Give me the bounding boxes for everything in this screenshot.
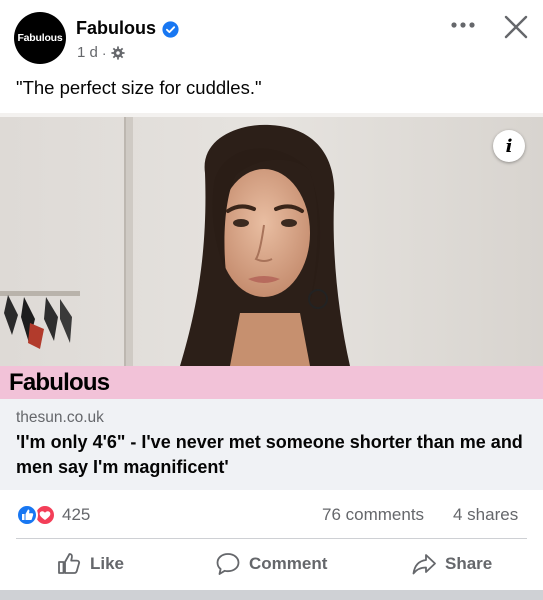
comment-button[interactable]: Comment bbox=[215, 550, 327, 578]
engagement-stats: 425 76 comments 4 shares bbox=[0, 500, 543, 530]
like-label: Like bbox=[90, 554, 125, 573]
verified-badge-icon bbox=[162, 21, 179, 38]
post-time[interactable]: 1 d bbox=[77, 44, 98, 61]
woman-portrait-image bbox=[0, 113, 543, 366]
more-options-button[interactable] bbox=[449, 15, 477, 35]
link-preview[interactable]: thesun.co.uk 'I'm only 4'6" - I've never… bbox=[0, 399, 543, 490]
post-meta: 1 d · bbox=[77, 44, 125, 61]
page-avatar[interactable]: Fabulous bbox=[14, 12, 66, 64]
link-domain: thesun.co.uk bbox=[16, 409, 104, 426]
post-image[interactable] bbox=[0, 113, 543, 366]
thumbs-up-icon bbox=[58, 553, 81, 574]
post-header: Fabulous Fabulous 1 d · bbox=[0, 0, 543, 70]
brand-banner-text: Fabulous bbox=[9, 369, 110, 396]
shares-count[interactable]: 4 shares bbox=[453, 505, 518, 525]
like-reaction-icon bbox=[16, 504, 38, 526]
reactions-summary[interactable] bbox=[16, 504, 60, 526]
share-label: Share bbox=[445, 554, 493, 573]
comments-count[interactable]: 76 comments bbox=[322, 505, 424, 525]
share-arrow-icon bbox=[412, 554, 436, 575]
meta-separator: · bbox=[101, 44, 107, 61]
brand-banner: Fabulous bbox=[0, 366, 543, 399]
privacy-gear-icon bbox=[110, 45, 125, 60]
comment-label: Comment bbox=[249, 554, 328, 573]
feed-separator bbox=[0, 590, 543, 600]
close-icon[interactable] bbox=[503, 14, 529, 40]
comment-bubble-icon bbox=[216, 553, 240, 575]
more-options-icon bbox=[451, 22, 475, 28]
info-icon[interactable]: i bbox=[493, 130, 525, 162]
page-name[interactable]: Fabulous bbox=[76, 18, 156, 39]
actions-divider bbox=[16, 538, 527, 539]
reaction-count[interactable]: 425 bbox=[62, 505, 90, 525]
post-caption: "The perfect size for cuddles." bbox=[16, 77, 262, 98]
share-button[interactable]: Share bbox=[411, 550, 492, 578]
like-button[interactable]: Like bbox=[56, 550, 124, 578]
action-bar: Like Comment Share bbox=[0, 542, 543, 586]
link-headline: 'I'm only 4'6" - I've never met someone … bbox=[16, 432, 523, 477]
